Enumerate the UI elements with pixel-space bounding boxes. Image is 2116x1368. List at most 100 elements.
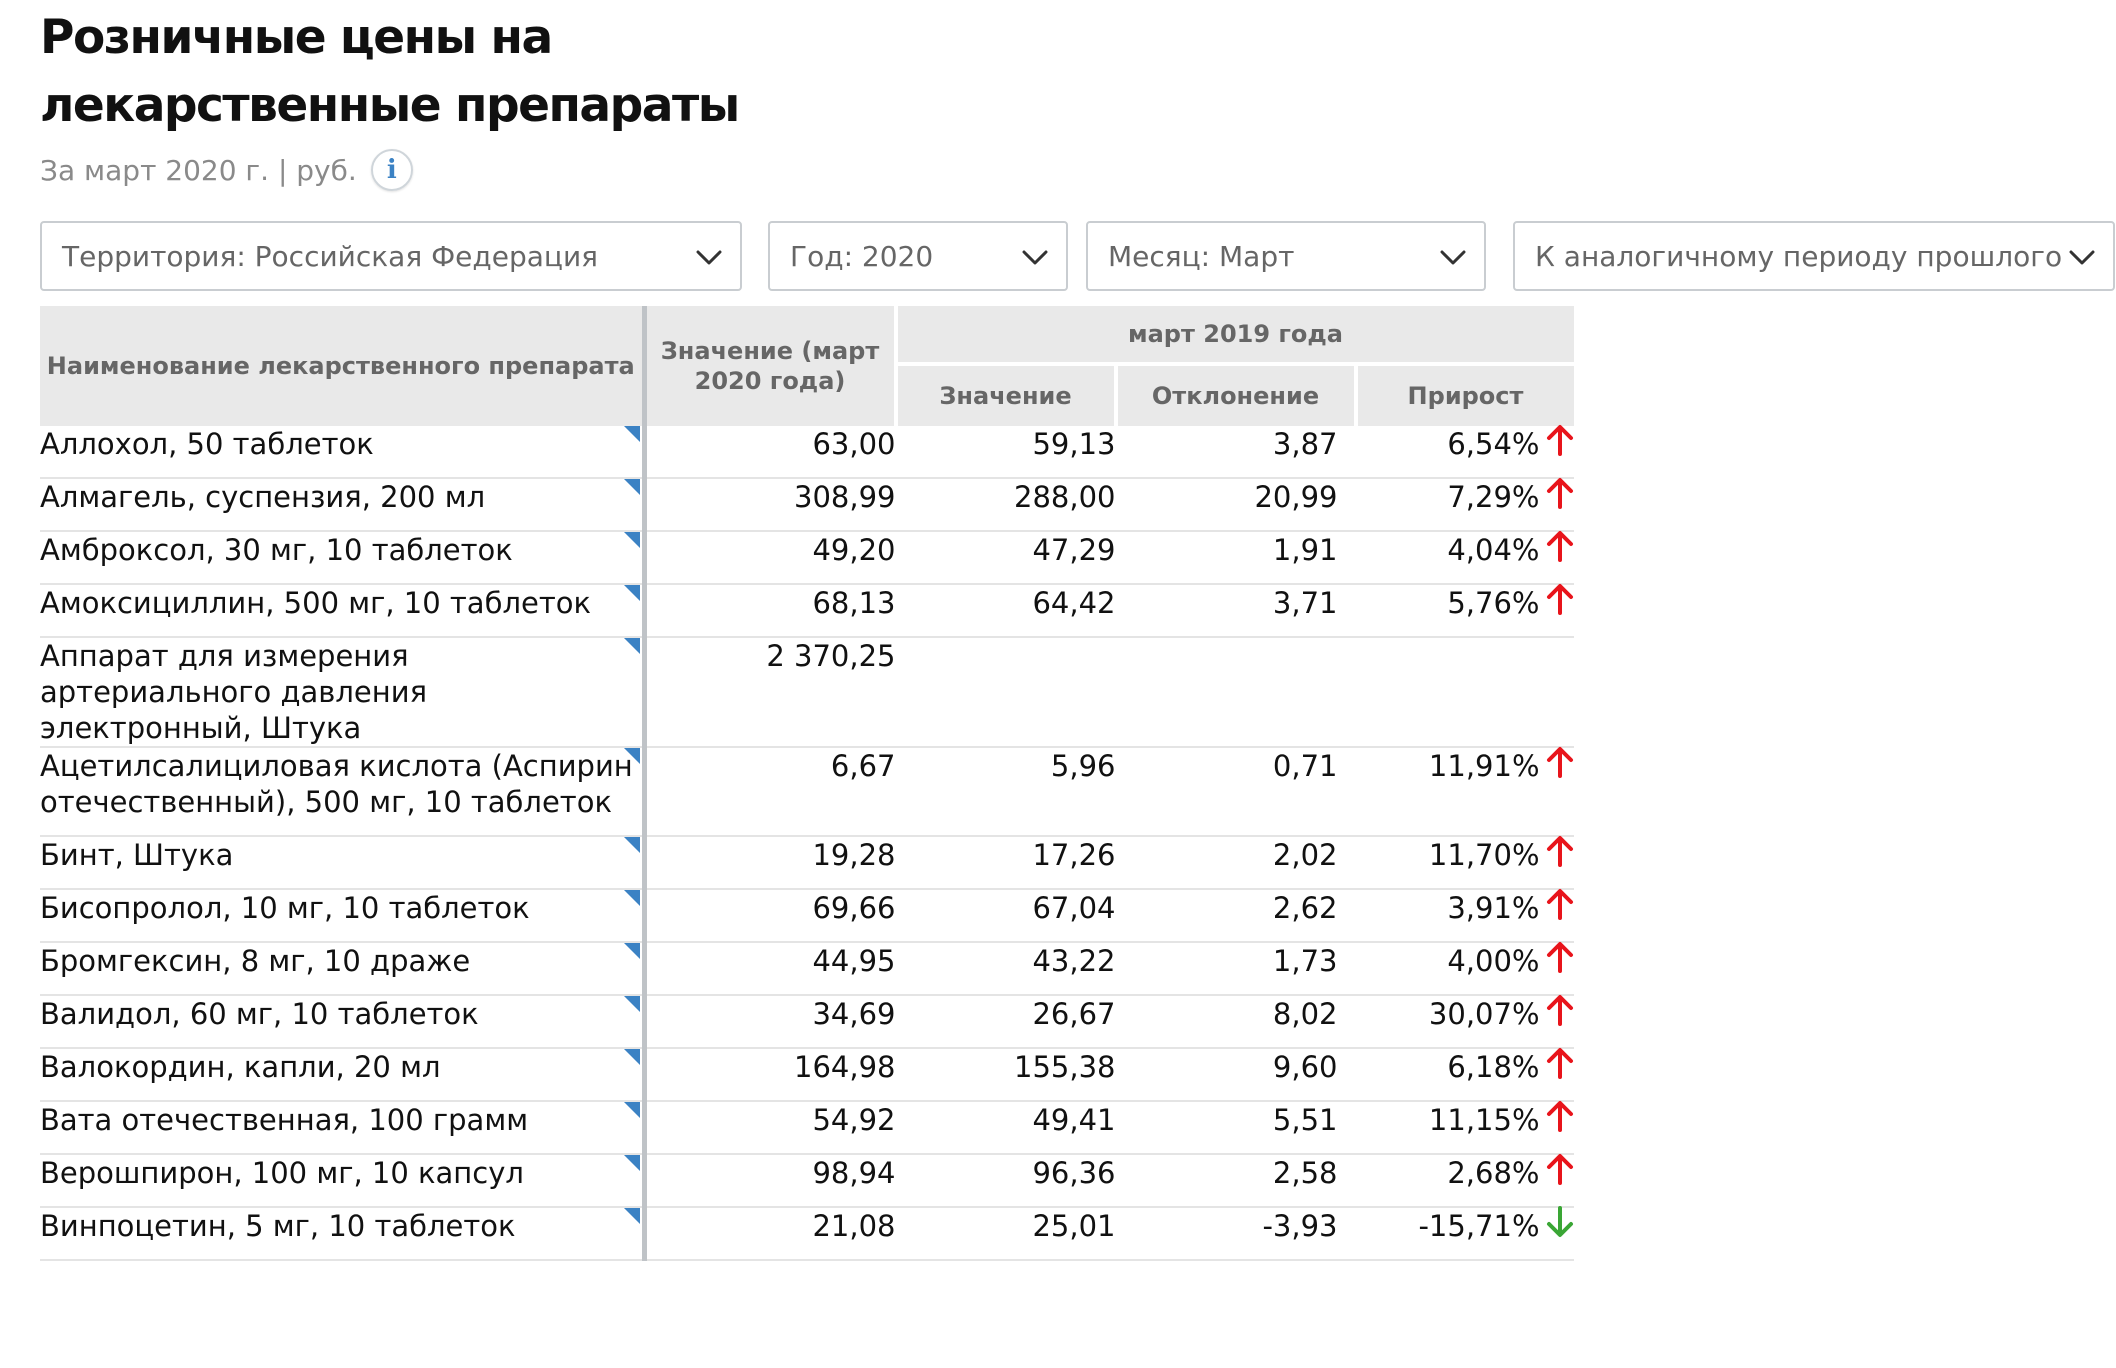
column-header-deviation[interactable]: Отклонение <box>1115 364 1358 426</box>
value-2019-cell: 5,96 <box>895 747 1116 837</box>
growth-value: 5,76% <box>1447 586 1540 620</box>
comment-marker-icon[interactable] <box>623 943 640 959</box>
table-row[interactable]: Бромгексин, 8 мг, 10 драже 44,95 43,22 1,73… <box>40 941 1574 996</box>
arrow-up-icon <box>1546 583 1574 623</box>
drug-name: Алмагель, суспензия, 200 мл <box>40 480 486 514</box>
deviation-cell: 20,99 <box>1115 478 1356 532</box>
table-row[interactable]: Аллохол, 50 таблеток 63,00 59,13 3,87 6,54% <box>40 425 1574 479</box>
column-group-header: март 2019 года <box>895 306 1574 366</box>
value-2019-cell: 25,01 <box>895 1207 1116 1261</box>
territory-dropdown-label: Территория: Российская Федерация <box>62 239 599 273</box>
comment-marker-icon[interactable] <box>623 996 640 1012</box>
info-icon[interactable]: i <box>370 149 413 191</box>
table-row[interactable]: Бинт, Штука 19,28 17,26 2,02 11,70% <box>40 835 1574 890</box>
drug-name: Амоксициллин, 500 мг, 10 таблеток <box>40 586 591 620</box>
growth-value: 11,91% <box>1428 749 1540 783</box>
comment-marker-icon[interactable] <box>623 1208 640 1224</box>
month-dropdown[interactable]: Месяц: Март <box>1086 221 1486 291</box>
comment-marker-icon[interactable] <box>623 748 640 764</box>
drug-name-cell: Бромгексин, 8 мг, 10 драже <box>40 942 647 996</box>
chevron-down-icon <box>2067 242 2097 272</box>
column-header-growth[interactable]: Прирост <box>1355 364 1574 426</box>
table-row[interactable]: Валокордин, капли, 20 мл 164,98 155,38 9,60… <box>40 1048 1574 1102</box>
drug-name: Аппарат для измерения артериального давл… <box>40 639 428 745</box>
subtitle: За март 2020 г. | руб. i <box>40 149 413 191</box>
drug-name: Винпоцетин, 5 мг, 10 таблеток <box>40 1209 516 1243</box>
arrow-up-icon <box>1546 1100 1574 1140</box>
comment-marker-icon[interactable] <box>623 890 640 906</box>
arrow-up-icon <box>1546 941 1574 981</box>
subtitle-text: За март 2020 г. | руб. <box>40 153 357 187</box>
table-row[interactable]: Аппарат для измерения артериального давл… <box>40 637 1574 748</box>
year-dropdown[interactable]: Год: 2020 <box>768 221 1068 291</box>
page-title: Розничные цены на лекарственные препарат… <box>40 10 740 133</box>
deviation-cell: 9,60 <box>1115 1048 1356 1102</box>
arrow-down-icon <box>1546 1206 1574 1246</box>
growth-value: 30,07% <box>1428 997 1540 1031</box>
arrow-up-icon <box>1546 835 1574 875</box>
growth-cell: 30,07% <box>1355 994 1574 1049</box>
value-2019-cell: 47,29 <box>895 531 1116 585</box>
comment-marker-icon[interactable] <box>623 426 640 442</box>
value-2020-cell: 308,99 <box>644 478 896 532</box>
table-row[interactable]: Валидол, 60 мг, 10 таблеток 34,69 26,67 8,0… <box>40 994 1574 1049</box>
growth-cell: 6,18% <box>1355 1048 1574 1102</box>
deviation-cell: 2,58 <box>1115 1154 1356 1208</box>
chevron-down-icon <box>1438 242 1468 272</box>
value-2020-cell: 69,66 <box>644 889 896 943</box>
drug-name-cell: Валидол, 60 мг, 10 таблеток <box>40 995 647 1049</box>
comment-marker-icon[interactable] <box>623 532 640 548</box>
value-2019-cell: 288,00 <box>895 478 1116 532</box>
column-header-value[interactable]: Значение (март 2020 года) <box>644 306 898 426</box>
deviation-cell: 3,87 <box>1115 426 1356 479</box>
table-row[interactable]: Вата отечественная, 100 грамм 54,92 49,41 5… <box>40 1100 1574 1155</box>
comparison-period-dropdown[interactable]: К аналогичному периоду прошлого <box>1513 221 2115 291</box>
value-2020-cell: 34,69 <box>644 995 896 1049</box>
comment-marker-icon[interactable] <box>623 479 640 495</box>
comment-marker-icon[interactable] <box>623 837 640 853</box>
table-row[interactable]: Алмагель, суспензия, 200 мл 308,99 288,00 2… <box>40 478 1574 532</box>
drug-name-cell: Аллохол, 50 таблеток <box>40 426 647 479</box>
column-header-prev-value[interactable]: Значение <box>895 364 1118 426</box>
territory-dropdown[interactable]: Территория: Российская Федерация <box>40 221 742 291</box>
value-2019-cell: 64,42 <box>895 584 1116 638</box>
column-header-name[interactable]: Наименование лекарственного препарата <box>40 306 647 426</box>
growth-cell: 5,76% <box>1355 583 1574 638</box>
value-2019-cell: 59,13 <box>895 426 1116 479</box>
comment-marker-icon[interactable] <box>623 1049 640 1065</box>
deviation-cell: 5,51 <box>1115 1101 1356 1155</box>
comment-marker-icon[interactable] <box>623 1102 640 1118</box>
deviation-cell: 1,73 <box>1115 942 1356 996</box>
comment-marker-icon[interactable] <box>623 638 640 654</box>
deviation-cell: 2,02 <box>1115 836 1356 890</box>
growth-cell: 11,15% <box>1355 1100 1574 1155</box>
drug-name: Аллохол, 50 таблеток <box>40 427 374 461</box>
table-row[interactable]: Амброксол, 30 мг, 10 таблеток 49,20 47,29 1… <box>40 531 1574 585</box>
growth-value: 7,29% <box>1447 480 1540 514</box>
growth-value: 4,04% <box>1447 533 1540 567</box>
arrow-up-icon <box>1546 888 1574 928</box>
growth-value: 3,91% <box>1447 891 1540 925</box>
table-row[interactable]: Ацетилсалициловая кислота (Аспирин отече… <box>40 746 1574 837</box>
drug-name: Вата отечественная, 100 грамм <box>40 1103 529 1137</box>
drug-name: Ацетилсалициловая кислота (Аспирин отече… <box>40 749 633 819</box>
comment-marker-icon[interactable] <box>623 1155 640 1171</box>
value-2020-cell: 21,08 <box>644 1207 896 1261</box>
drug-name: Верошпирон, 100 мг, 10 капсул <box>40 1156 524 1190</box>
year-dropdown-label: Год: 2020 <box>790 239 934 273</box>
arrow-up-icon <box>1546 1153 1574 1193</box>
value-2020-cell: 2 370,25 <box>644 637 896 748</box>
table-row[interactable]: Бисопролол, 10 мг, 10 таблеток 69,66 67,04… <box>40 888 1574 943</box>
drug-name-cell: Валокордин, капли, 20 мл <box>40 1048 647 1102</box>
comment-marker-icon[interactable] <box>623 585 640 601</box>
table-row[interactable]: Верошпирон, 100 мг, 10 капсул 98,94 96,36 2… <box>40 1153 1574 1208</box>
value-2020-cell: 19,28 <box>644 836 896 890</box>
table-row[interactable]: Амоксициллин, 500 мг, 10 таблеток 68,13 64… <box>40 583 1574 638</box>
value-2019-cell: 67,04 <box>895 889 1116 943</box>
arrow-up-icon <box>1546 994 1574 1034</box>
table-row[interactable]: Винпоцетин, 5 мг, 10 таблеток 21,08 25,01-… <box>40 1206 1574 1261</box>
prices-table: Наименование лекарственного препарата Зн… <box>40 306 1574 1261</box>
arrow-up-icon <box>1546 746 1574 786</box>
growth-value: 11,15% <box>1428 1103 1540 1137</box>
value-2019-cell: 96,36 <box>895 1154 1116 1208</box>
